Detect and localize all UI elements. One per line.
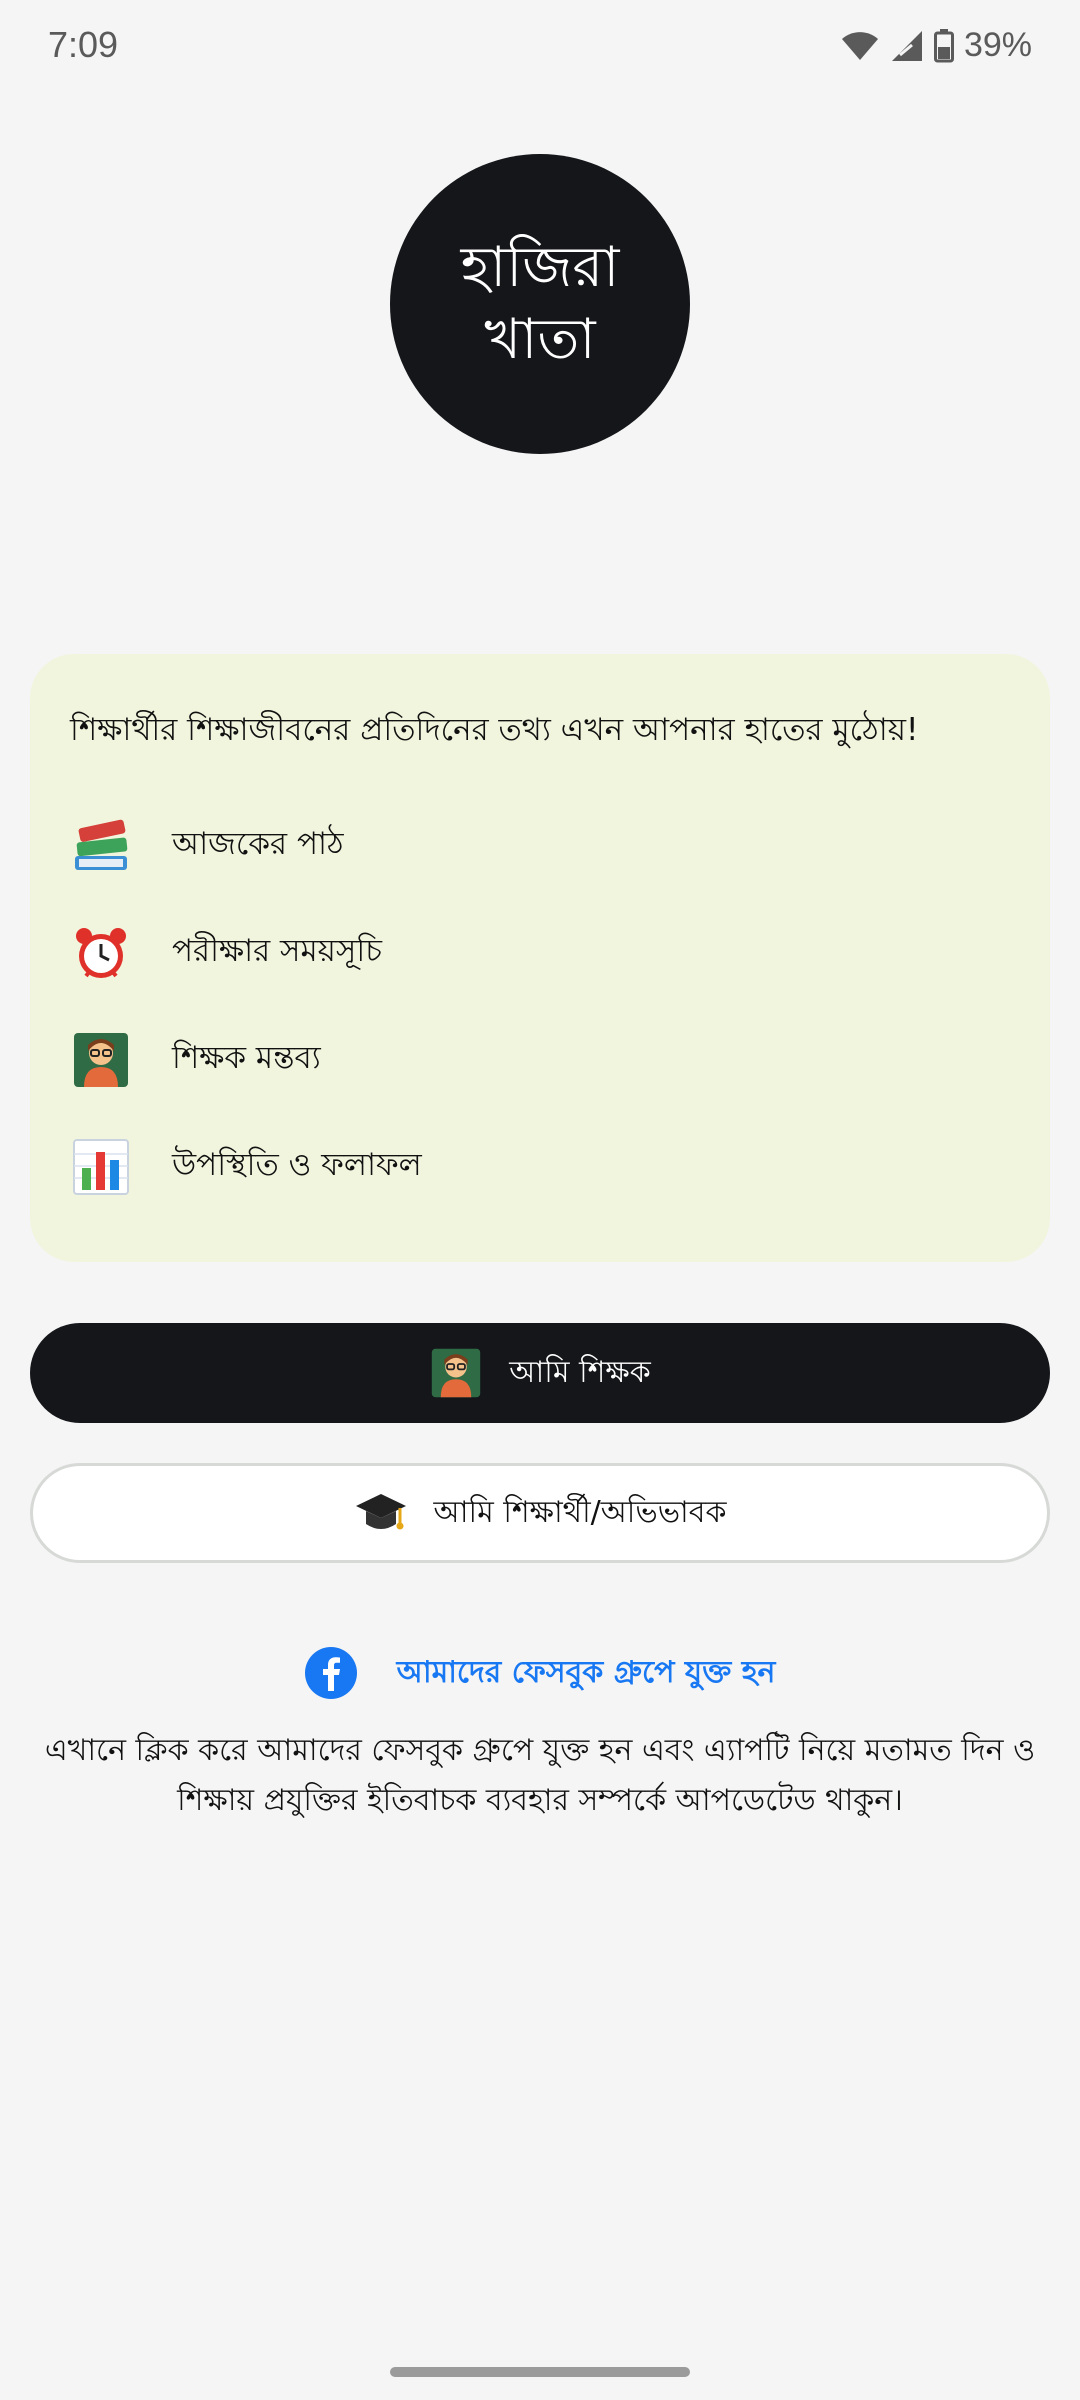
feature-item-exam-schedule: পরীক্ষার সময়সূচি xyxy=(70,899,1010,1006)
status-icons: 39% xyxy=(840,26,1032,65)
teacher-button-label: আমি শিক্ষক xyxy=(509,1354,651,1390)
feature-item-teacher-comment: শিক্ষক মন্তব্য xyxy=(70,1006,1010,1113)
student-guardian-login-button[interactable]: আমি শিক্ষার্থী/অভিভাবক xyxy=(30,1463,1050,1563)
logo-line-1: হাজিরা xyxy=(460,235,620,300)
logo-line-2: খাতা xyxy=(484,307,596,372)
teacher-login-button[interactable]: আমি শিক্ষক xyxy=(30,1323,1050,1423)
status-time: 7:09 xyxy=(48,24,119,65)
bar-chart-icon xyxy=(70,1136,132,1198)
feature-item-lesson: আজকের পাঠ xyxy=(70,792,1010,899)
alarm-clock-icon xyxy=(70,922,132,984)
home-indicator[interactable] xyxy=(390,2367,690,2377)
battery-icon xyxy=(933,28,954,62)
feature-label: উপস্থিতি ও ফলাফল xyxy=(172,1146,422,1183)
feature-label: শিক্ষক মন্তব্য xyxy=(172,1039,321,1076)
graduation-cap-icon xyxy=(354,1486,408,1540)
features-card: শিক্ষার্থীর শিক্ষাজীবনের প্রতিদিনের তথ্য… xyxy=(30,654,1050,1262)
feature-label: আজকের পাঠ xyxy=(172,825,344,862)
facebook-group-link[interactable]: আমাদের ফেসবুক গ্রুপে যুক্ত হন xyxy=(397,1648,776,1699)
feature-item-attendance-results: উপস্থিতি ও ফলাফল xyxy=(70,1113,1010,1220)
status-bar: 7:09 39% xyxy=(0,0,1080,92)
battery-percent: 39% xyxy=(963,26,1032,64)
teacher-icon xyxy=(429,1346,483,1400)
cellular-signal-icon xyxy=(891,30,922,61)
books-icon xyxy=(70,815,132,877)
card-headline: শিক্ষার্থীর শিক্ষাজীবনের প্রতিদিনের তথ্য… xyxy=(70,712,919,748)
app-logo: হাজিরা খাতা xyxy=(390,154,690,454)
facebook-description[interactable]: এখানে ক্লিক করে আমাদের ফেসবুক গ্রুপে যুক… xyxy=(40,1726,1040,1826)
teacher-icon xyxy=(70,1029,132,1091)
facebook-group-link-row[interactable]: আমাদের ফেসবুক গ্রুপে যুক্ত হন xyxy=(0,1647,1080,1699)
feature-label: পরীক্ষার সময়সূচি xyxy=(172,932,383,969)
student-button-label: আমি শিক্ষার্থী/অভিভাবক xyxy=(433,1494,727,1530)
wifi-icon xyxy=(841,31,878,60)
facebook-icon[interactable] xyxy=(304,1647,357,1699)
